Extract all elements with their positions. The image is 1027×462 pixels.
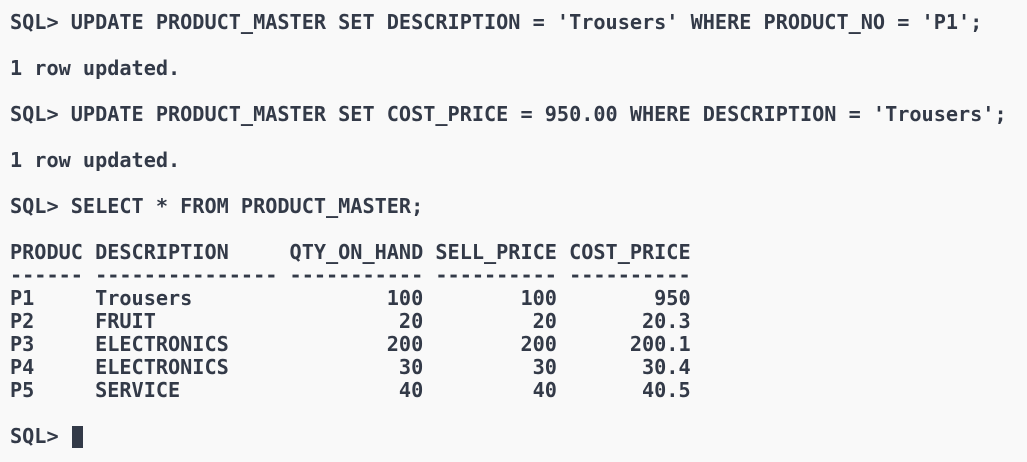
result-table-row: P3 ELECTRONICS 200 200 200.1 <box>10 332 691 356</box>
result-table-separator: ------ --------------- ----------- -----… <box>10 263 691 287</box>
sql-prompt-line[interactable]: SQL> <box>10 425 1020 448</box>
sql-select-command: SQL> SELECT * FROM PRODUCT_MASTER; <box>10 194 424 218</box>
sql-prompt: SQL> <box>10 424 71 448</box>
result-table-row: P1 Trousers 100 100 950 <box>10 286 691 310</box>
terminal-cursor[interactable] <box>71 426 83 448</box>
result-table-row: P4 ELECTRONICS 30 30 30.4 <box>10 355 691 379</box>
row-updated-message: 1 row updated. <box>10 148 181 172</box>
sql-update-description-command: SQL> UPDATE PRODUCT_MASTER SET DESCRIPTI… <box>10 10 983 34</box>
row-updated-message: 1 row updated. <box>10 56 181 80</box>
sqlplus-terminal-output: SQL> UPDATE PRODUCT_MASTER SET DESCRIPTI… <box>10 11 1020 448</box>
result-table-row: P2 FRUIT 20 20 20.3 <box>10 309 691 333</box>
result-table-row: P5 SERVICE 40 40 40.5 <box>10 378 691 402</box>
sql-update-cost-price-command: SQL> UPDATE PRODUCT_MASTER SET COST_PRIC… <box>10 102 1007 126</box>
result-table-header: PRODUC DESCRIPTION QTY_ON_HAND SELL_PRIC… <box>10 240 691 264</box>
